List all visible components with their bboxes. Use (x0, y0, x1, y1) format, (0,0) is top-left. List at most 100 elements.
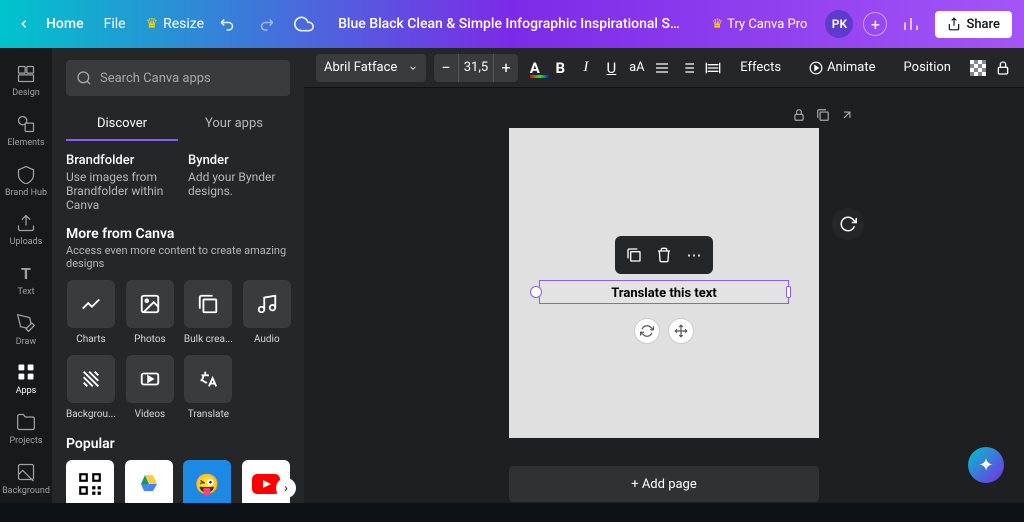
animate-button[interactable]: Animate (799, 60, 885, 75)
spacing-button[interactable] (705, 54, 723, 82)
font-name: Abril Fatface (324, 60, 397, 75)
more-element-button[interactable]: ⋯ (681, 242, 707, 268)
try-pro-button[interactable]: ♛Try Canva Pro (704, 13, 816, 36)
backgrounds-icon (67, 355, 115, 403)
back-button[interactable] (12, 12, 36, 36)
undo-button[interactable] (214, 10, 242, 38)
transparency-button[interactable] (969, 54, 987, 82)
rail-label: Text (17, 287, 34, 297)
app-label: Charts (66, 334, 116, 345)
rail-design[interactable]: Design (0, 56, 52, 106)
italic-button[interactable]: I (577, 54, 595, 82)
list-button[interactable] (679, 54, 697, 82)
design-icon (15, 63, 37, 85)
draw-icon (15, 312, 37, 334)
text-color-button[interactable]: A (526, 54, 544, 82)
app-emoji[interactable]: 😜Emoji (183, 460, 232, 503)
cloud-status-icon[interactable] (290, 10, 318, 38)
font-size-decrease[interactable]: − (434, 54, 458, 82)
try-pro-label: Try Canva Pro (727, 17, 807, 32)
app-audio[interactable]: Audio (243, 280, 291, 345)
app-photos[interactable]: Photos (126, 280, 174, 345)
font-size-value[interactable]: 31,5 (458, 54, 494, 82)
rail-text[interactable]: T Text (0, 255, 52, 305)
rail-uploads[interactable]: Uploads (0, 205, 52, 255)
app-videos[interactable]: Videos (126, 355, 174, 420)
text-content: Translate this text (611, 286, 717, 301)
app-translate[interactable]: Translate (184, 355, 233, 420)
file-menu[interactable]: File (104, 16, 126, 32)
resize-handle-right[interactable] (786, 286, 791, 298)
app-charts[interactable]: Charts (66, 280, 116, 345)
page-expand-button[interactable] (840, 108, 854, 122)
charts-icon (67, 280, 115, 328)
resize-label: Resize (163, 16, 204, 32)
app-backgrounds[interactable]: Backgrou... (66, 355, 116, 420)
rail-elements[interactable]: Elements (0, 106, 52, 156)
audio-icon (243, 280, 291, 328)
search-box[interactable] (66, 60, 290, 96)
user-avatar[interactable]: PK (825, 10, 853, 38)
page-lock-button[interactable] (792, 108, 806, 122)
rotate-handle[interactable] (530, 286, 542, 298)
featured-brandfolder[interactable]: Brandfolder Use images from Brandfolder … (66, 153, 168, 212)
move-button[interactable] (668, 318, 694, 344)
add-member-button[interactable]: + (863, 12, 887, 36)
align-button[interactable] (654, 54, 672, 82)
text-element[interactable]: Translate this text (539, 280, 789, 304)
rail-label: Apps (16, 386, 37, 396)
font-size-group: − 31,5 + (434, 54, 518, 82)
apps-icon (15, 361, 37, 383)
delete-element-button[interactable] (651, 242, 677, 268)
document-title[interactable]: Blue Black Clean & Simple Infographic In… (328, 16, 693, 32)
rail-brandhub[interactable]: Brand Hub (0, 155, 52, 205)
app-label: Translate (184, 409, 233, 420)
search-icon (76, 70, 92, 86)
app-qrcode[interactable]: QR Code (66, 460, 115, 503)
text-case-button[interactable]: aA (628, 54, 646, 82)
rail-draw[interactable]: Draw (0, 304, 52, 354)
add-page-button[interactable]: + Add page (509, 466, 819, 502)
page-duplicate-button[interactable] (816, 108, 830, 122)
qrcode-icon (66, 460, 114, 503)
rail-label: Background (2, 486, 50, 496)
app-desc-text: Add your Bynder designs. (188, 170, 290, 198)
crown-icon: ♛ (712, 17, 724, 32)
text-toolbar: Abril Fatface − 31,5 + A B I U aA Effect… (304, 48, 1024, 88)
featured-bynder[interactable]: Bynder Add your Bynder designs. (188, 153, 290, 212)
rail-apps[interactable]: Apps (0, 354, 52, 404)
popular-next-button[interactable]: › (276, 478, 296, 498)
search-input[interactable] (100, 71, 280, 86)
crown-icon: ♛ (146, 16, 159, 32)
tab-your-apps[interactable]: Your apps (178, 108, 290, 141)
text-icon: T (15, 262, 37, 284)
app-label: Videos (126, 409, 174, 420)
rail-label: Uploads (10, 237, 43, 247)
duplicate-element-button[interactable] (621, 242, 647, 268)
redo-button[interactable] (252, 10, 280, 38)
underline-button[interactable]: U (603, 54, 621, 82)
videos-icon (126, 355, 174, 403)
font-select[interactable]: Abril Fatface (316, 54, 426, 82)
regenerate-button[interactable] (832, 208, 864, 240)
home-link[interactable]: Home (46, 16, 84, 32)
bulk-icon (184, 280, 232, 328)
page-tools (792, 108, 854, 122)
lock-button[interactable] (994, 54, 1012, 82)
font-size-increase[interactable]: + (494, 54, 518, 82)
effects-button[interactable]: Effects (730, 60, 791, 75)
rail-projects[interactable]: Projects (0, 404, 52, 454)
translate-icon (184, 355, 232, 403)
magic-fab-button[interactable]: ✦ (968, 447, 1004, 483)
share-button[interactable]: Share (935, 11, 1012, 38)
sync-button[interactable] (634, 318, 660, 344)
resize-button[interactable]: ♛Resize (146, 16, 205, 32)
tab-discover[interactable]: Discover (66, 108, 178, 141)
app-google-drive[interactable]: Google D... (125, 460, 174, 503)
rail-background[interactable]: Background (0, 453, 52, 503)
app-bulk-create[interactable]: Bulk crea... (184, 280, 233, 345)
canvas-page[interactable]: ⋯ Translate this text (509, 128, 819, 438)
analytics-button[interactable] (897, 10, 925, 38)
bold-button[interactable]: B (552, 54, 570, 82)
position-button[interactable]: Position (894, 60, 961, 75)
